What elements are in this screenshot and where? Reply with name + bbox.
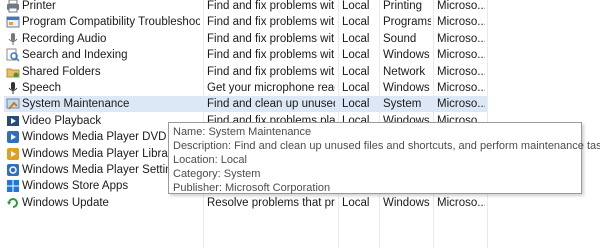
row-category: Sound xyxy=(383,32,417,45)
media-player-settings-icon xyxy=(6,163,20,177)
row-location: Local xyxy=(342,82,370,94)
row-location: Local xyxy=(342,49,370,62)
tooltip-name: Name: System Maintenance xyxy=(173,126,312,138)
shared-folders-icon xyxy=(6,65,20,79)
row-category: Printing xyxy=(383,0,422,12)
row-description: Find and fix problems with... xyxy=(207,32,335,45)
row-publisher: Microso... xyxy=(437,196,485,209)
row-name: Windows Update xyxy=(22,196,109,209)
row-publisher: Microso... xyxy=(437,49,485,62)
program-compatibility-icon xyxy=(6,15,20,29)
list-row[interactable]: Search and Indexing Find and fix problems… xyxy=(0,47,600,63)
row-publisher: Microso... xyxy=(437,82,485,94)
row-location: Local xyxy=(342,98,370,111)
video-playback-icon xyxy=(6,114,20,128)
row-description: Find and fix problems with... xyxy=(207,65,335,78)
microphone-icon xyxy=(6,32,20,46)
row-publisher: Microso... xyxy=(437,98,485,111)
row-name: Shared Folders xyxy=(22,65,101,78)
speech-microphone-icon xyxy=(6,81,20,95)
row-location: Local xyxy=(342,32,370,45)
row-name: Speech xyxy=(22,82,62,94)
row-description: Find and fix problems with... xyxy=(207,0,335,12)
media-player-dvd-icon xyxy=(6,130,20,144)
row-category: Network xyxy=(383,65,426,78)
row-description: Find and fix problems with... xyxy=(207,49,335,62)
row-category: Windows xyxy=(383,196,430,209)
row-description: Find and fix problems with... xyxy=(207,16,335,29)
row-publisher: Microso... xyxy=(437,16,485,29)
row-name: Program Compatibility Troubleshooter xyxy=(22,16,200,29)
store-apps-icon xyxy=(6,179,20,193)
row-description: Find and clean up unused f... xyxy=(207,98,335,111)
row-category: Windows xyxy=(383,49,430,62)
row-name: Search and Indexing xyxy=(22,49,128,62)
row-publisher: Microso... xyxy=(437,32,485,45)
row-tooltip: Name: System Maintenance Description: Fi… xyxy=(168,122,600,194)
row-description: Resolve problems that pre... xyxy=(207,196,335,209)
row-category: Programs xyxy=(383,16,431,29)
list-row[interactable]: Speech Get your microphone read... Local Wi… xyxy=(0,80,600,96)
media-player-library-icon xyxy=(6,147,20,161)
row-publisher: Microso... xyxy=(437,65,485,78)
list-row[interactable]: System Maintenance Find and clean up unus… xyxy=(0,96,600,113)
system-maintenance-icon xyxy=(6,97,20,111)
tooltip-publisher: Publisher: Microsoft Corporation xyxy=(173,182,331,194)
list-row[interactable]: Printer Find and fix problems with... Loca… xyxy=(0,0,600,14)
tooltip-location: Location: Local xyxy=(173,154,247,166)
list-row[interactable]: Recording Audio Find and fix problems wit… xyxy=(0,31,600,47)
row-location: Local xyxy=(342,65,370,78)
row-category: Windows xyxy=(383,82,430,94)
list-row[interactable]: Windows Update Resolve problems that pre.… xyxy=(0,195,600,211)
row-description: Get your microphone read... xyxy=(207,82,335,94)
row-location: Local xyxy=(342,196,370,209)
printer-icon xyxy=(6,0,20,13)
row-location: Local xyxy=(342,0,370,12)
row-name: Printer xyxy=(22,0,56,12)
list-row[interactable]: Program Compatibility Troubleshooter Find… xyxy=(0,14,600,30)
row-name: Recording Audio xyxy=(22,32,107,45)
list-row[interactable]: Shared Folders Find and fix problems with… xyxy=(0,64,600,80)
tooltip-category: Category: System xyxy=(173,168,261,180)
row-publisher: Microso... xyxy=(437,0,485,12)
tooltip-description: Description: Find and clean up unused fi… xyxy=(173,140,600,152)
windows-update-icon xyxy=(6,196,20,210)
search-indexing-icon xyxy=(6,48,20,62)
row-name: System Maintenance xyxy=(22,98,130,111)
row-location: Local xyxy=(342,16,370,29)
row-category: System xyxy=(383,98,422,111)
